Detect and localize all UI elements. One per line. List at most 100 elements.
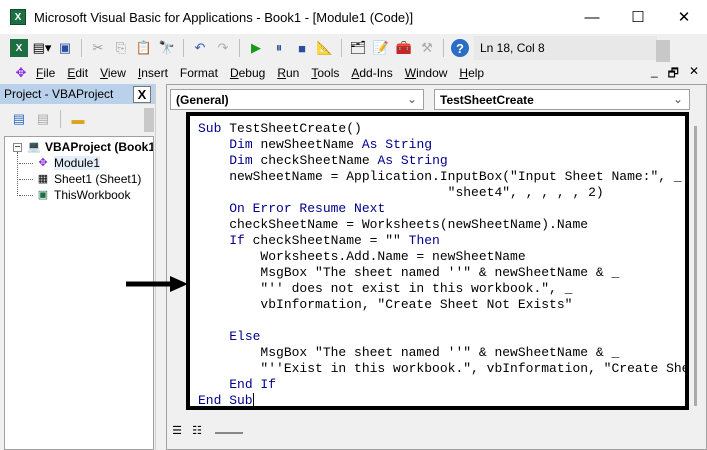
code-keyword: On Error Resume Next (229, 201, 386, 216)
separator (341, 39, 342, 57)
menu-help[interactable]: Help (459, 66, 484, 80)
vertical-scrollbar[interactable] (690, 112, 706, 420)
menu-window[interactable]: Window (405, 66, 448, 80)
window-title: Microsoft Visual Basic for Applications … (34, 9, 414, 25)
menu-label: View (100, 66, 126, 80)
project-pane-title: Project - VBAProject (0, 84, 155, 104)
code-line: checkSheetName = Worksheets(newSheetName… (198, 217, 685, 233)
mdi-minimize-button[interactable]: _ (651, 64, 658, 85)
code-editor[interactable]: Sub TestSheetCreate() Dim newSheetName A… (186, 112, 689, 410)
tree-connector (17, 152, 18, 196)
standard-toolbar: X ▤▾ ▣ ✂ ⎘ 📋 🔭 ↶ ↷ ▶ ⏸ ■ 📐 🗂 📝 🧰 ⚒ ? Ln … (0, 34, 672, 62)
tree-node-thisworkbook[interactable]: ▣ ThisWorkbook (19, 188, 130, 202)
find-icon[interactable]: 🔭 (158, 39, 176, 57)
project-toolbar: ▤ ▤ ▬ (0, 106, 155, 132)
code-keyword: End If (229, 377, 277, 392)
object-browser-icon[interactable]: 🧰 (395, 39, 413, 57)
chevron-down-icon: ⌄ (406, 92, 417, 106)
copy-icon[interactable]: ⎘ (112, 39, 130, 57)
view-toggle-bar: ☰ ☷ (166, 420, 696, 440)
project-toolbar-options[interactable] (144, 108, 154, 132)
tree-node-sheet1[interactable]: ▦ Sheet1 (Sheet1) (19, 172, 141, 186)
code-line: End Sub (198, 393, 685, 406)
tree-node-vbaproject[interactable]: − 💻 VBAProject (Book1) (13, 140, 154, 154)
project-explorer-icon[interactable]: 🗂 (349, 39, 367, 57)
close-button[interactable]: ✕ (661, 8, 707, 26)
code-text: "'' does not exist in this workbook.", _ (198, 281, 573, 296)
save-icon[interactable]: ▣ (56, 39, 74, 57)
code-text: checkSheetName = "" (252, 233, 409, 248)
arrow-annotation-icon (126, 276, 188, 292)
code-line: "'' does not exist in this workbook.", _ (198, 281, 685, 297)
procedure-view-icon[interactable]: ☰ (168, 421, 186, 439)
insert-module-icon[interactable]: ▤▾ (33, 39, 52, 57)
properties-icon[interactable]: 📝 (372, 39, 390, 57)
vba-icon: ✥ (15, 65, 27, 80)
horizontal-scrollbar[interactable] (215, 432, 243, 434)
view-excel-icon[interactable]: X (10, 39, 28, 57)
full-module-view-icon[interactable]: ☷ (188, 421, 206, 439)
menu-label: File (36, 66, 56, 80)
code-line: Else (198, 329, 685, 345)
separator (239, 39, 240, 57)
toolbox-icon[interactable]: ⚒ (418, 39, 436, 57)
paste-icon[interactable]: 📋 (135, 39, 153, 57)
design-mode-icon[interactable]: 📐 (316, 39, 334, 57)
menu-insert[interactable]: Insert (138, 66, 168, 80)
menu-debug[interactable]: Debug (230, 66, 265, 80)
code-keyword: Dim (229, 137, 261, 152)
run-icon[interactable]: ▶ (247, 39, 265, 57)
menu-label: Window (404, 66, 448, 80)
workbook-icon: ▣ (37, 189, 49, 201)
break-icon[interactable]: ⏸ (270, 39, 288, 57)
cursor-position: Ln 18, Col 8 (474, 36, 657, 60)
code-line: "''Exist in this workbook.", vbInformati… (198, 361, 685, 377)
mdi-restore-button[interactable]: 🗗 (668, 64, 679, 85)
menu-file[interactable]: File (36, 66, 55, 80)
tree-node-label: Module1 (54, 156, 101, 170)
menu-view[interactable]: View (100, 66, 126, 80)
menu-format[interactable]: Format (180, 66, 218, 80)
minimize-button[interactable]: — (569, 9, 615, 26)
menu-tools[interactable]: Tools (311, 66, 339, 80)
menu-label: Format (179, 66, 218, 80)
view-object-icon[interactable]: ▤ (34, 110, 52, 128)
maximize-button[interactable]: ☐ (615, 8, 661, 26)
code-text: MsgBox "The sheet named ''" & newSheetNa… (198, 265, 620, 280)
code-keyword: As String (377, 153, 448, 168)
redo-icon[interactable]: ↷ (214, 39, 232, 57)
help-icon[interactable]: ? (451, 39, 469, 57)
title-bar: X Microsoft Visual Basic for Application… (0, 0, 707, 34)
undo-icon[interactable]: ↶ (191, 39, 209, 57)
mdi-close-button[interactable]: ✕ (689, 64, 699, 85)
toolbar-options-button[interactable] (656, 40, 670, 62)
pane-splitter[interactable] (155, 84, 165, 450)
object-dropdown[interactable]: (General) ⌄ (170, 89, 424, 110)
cut-icon[interactable]: ✂ (89, 39, 107, 57)
procedure-dropdown[interactable]: TestSheetCreate ⌄ (434, 89, 690, 110)
code-keyword: Else (229, 329, 261, 344)
menu-add-ins[interactable]: Add-Ins (351, 66, 392, 80)
code-line: MsgBox "The sheet named ''" & newSheetNa… (198, 345, 685, 361)
reset-icon[interactable]: ■ (293, 39, 311, 57)
mdi-controls: _ 🗗 ✕ (651, 64, 699, 85)
code-text: vbInformation, "Create Sheet Not Exists" (198, 297, 573, 312)
menu-run[interactable]: Run (277, 66, 299, 80)
project-pane-close-button[interactable]: X (133, 86, 151, 103)
tree-node-label: VBAProject (Book1) (45, 140, 154, 154)
procedure-dropdown-value: TestSheetCreate (440, 93, 534, 107)
collapse-icon[interactable]: − (13, 142, 22, 152)
menu-edit[interactable]: Edit (67, 66, 88, 80)
project-icon: 💻 (27, 141, 41, 153)
code-keyword: Dim (229, 153, 261, 168)
code-line: vbInformation, "Create Sheet Not Exists" (198, 297, 685, 313)
toggle-folders-icon[interactable]: ▬ (69, 110, 87, 128)
view-code-icon[interactable]: ▤ (10, 110, 28, 128)
module-icon: ✥ (38, 157, 48, 169)
tree-node-module1[interactable]: ✥ Module1 (19, 156, 101, 170)
menu-label: Help (459, 66, 485, 80)
